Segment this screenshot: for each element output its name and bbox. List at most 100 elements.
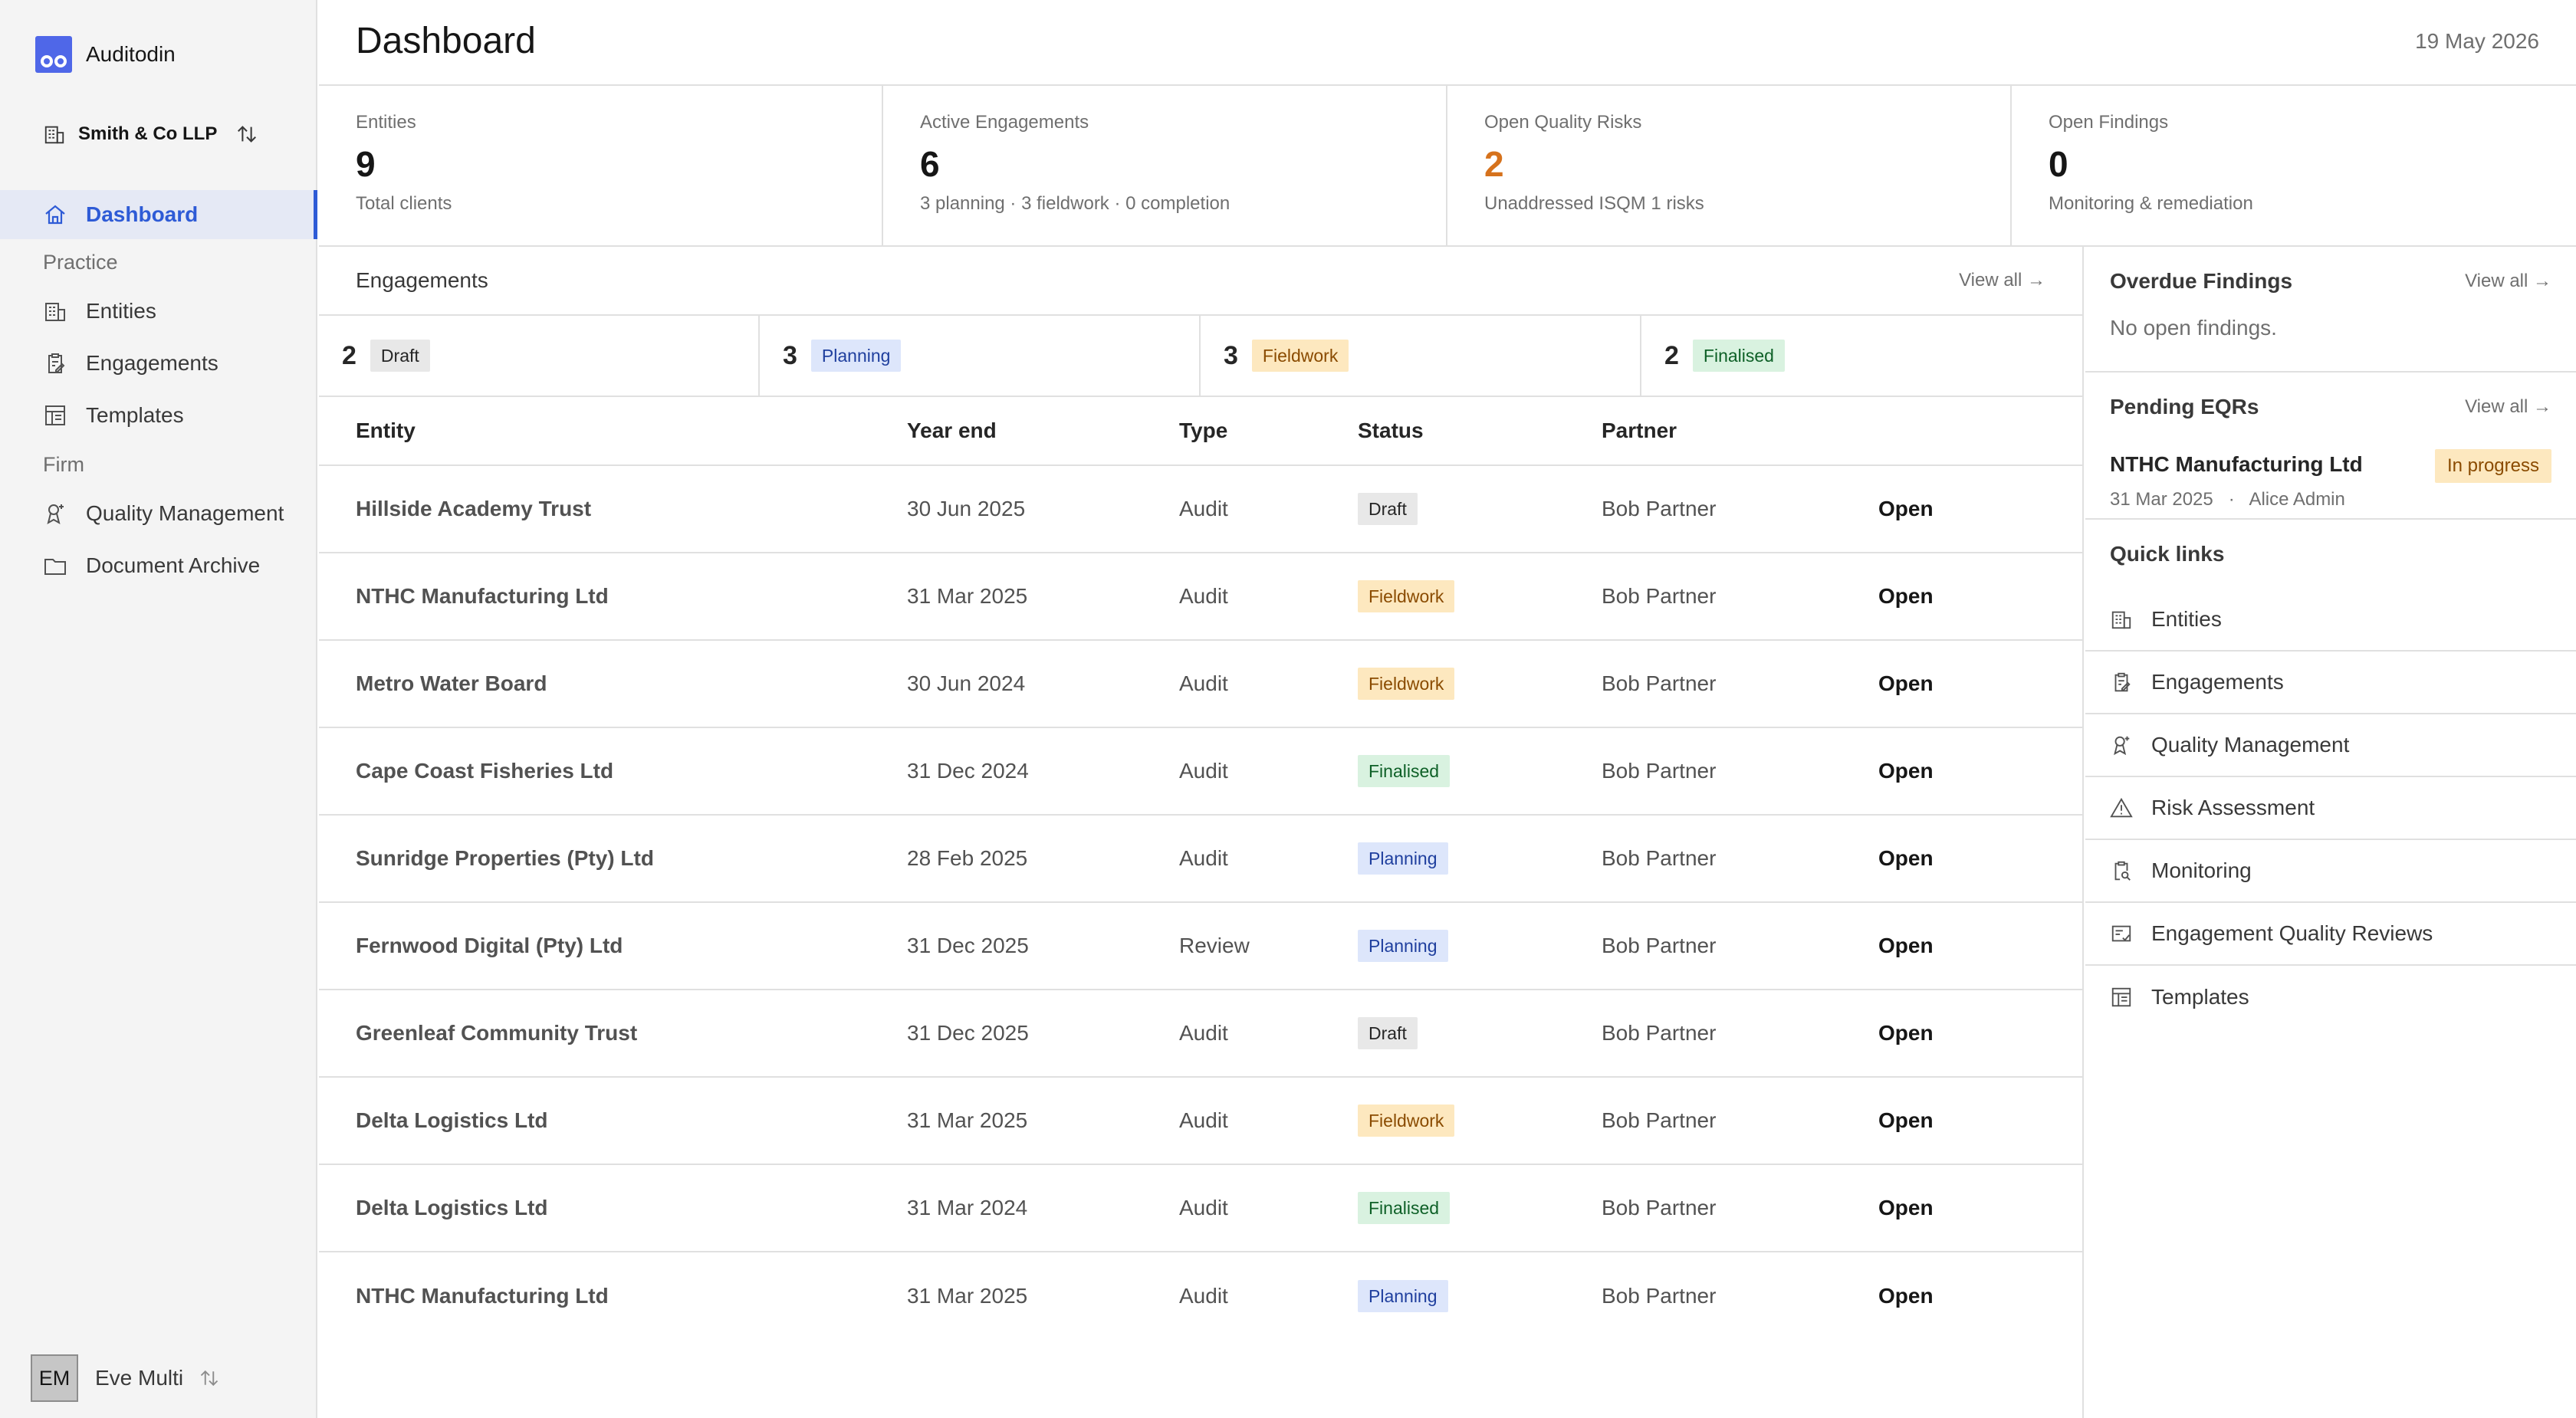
stat-card-open-quality-risks[interactable]: Open Quality Risks 2 Unaddressed ISQM 1 … [1447,86,2012,245]
open-button[interactable]: Open [1878,1284,1934,1308]
open-button[interactable]: Open [1878,584,1934,609]
sidebar-item-templates[interactable]: Templates [0,389,317,441]
cell-partner: Bob Partner [1602,1108,1717,1132]
eqr-meta: 31 Mar 2025 · Alice Admin [2110,489,2345,510]
cell-year-end: 31 Dec 2024 [907,759,1029,783]
table-row[interactable]: Metro Water Board 30 Jun 2024 Audit Fieldwo… [319,641,2082,728]
table-row[interactable]: Greenleaf Community Trust 31 Dec 2025 Audi… [319,990,2082,1078]
quick-link-label: Monitoring [2151,858,2252,882]
stat-card-active-engagements[interactable]: Active Engagements 6 3 planning · 3 fiel… [883,86,1447,245]
cell-year-end: 28 Feb 2025 [907,846,1028,870]
cell-type: Audit [1179,584,1228,608]
cell-entity: Fernwood Digital (Pty) Ltd [356,934,623,957]
topbar: Dashboard 19 May 2026 [319,0,2576,86]
status-count-finalised[interactable]: 2 Finalised [1641,316,2082,396]
app-name: Auditodin [86,42,176,66]
sidebar-item-dashboard[interactable]: Dashboard [0,190,317,239]
engagements-header: Engagements View all → [319,247,2082,316]
quick-link-entities[interactable]: Entities [2085,589,2576,652]
eqr-item[interactable]: NTHC Manufacturing Ltd 31 Mar 2025 · Ali… [2085,441,2576,518]
table-row[interactable]: Sunridge Properties (Pty) Ltd 28 Feb 2025… [319,816,2082,903]
view-all-link[interactable]: View all → [2465,396,2551,418]
status-badge: Finalised [1358,755,1451,787]
status-badge: Fieldwork [1358,668,1455,700]
sidebar-item-engagements[interactable]: Engagements [0,337,317,389]
status-badge: Finalised [1358,1192,1451,1224]
open-button[interactable]: Open [1878,671,1934,696]
sidebar-item-document-archive[interactable]: Document Archive [0,540,317,592]
firm-switcher[interactable]: Smith & Co LLP [43,117,258,151]
stat-card-open-findings[interactable]: Open Findings 0 Monitoring & remediation [2012,86,2576,245]
sidebar-item-entities[interactable]: Entities [0,285,317,337]
column-header-type[interactable]: Type [1179,419,1227,443]
status-badge: Fieldwork [1358,1105,1455,1137]
column-header-status[interactable]: Status [1358,419,1424,443]
quick-link-engagement-quality-reviews[interactable]: Engagement Quality Reviews [2085,903,2576,966]
sidebar-item-label: Dashboard [86,202,199,226]
quick-link-quality-management[interactable]: Quality Management [2085,714,2576,777]
sidebar-section-practice: Practice [43,250,118,274]
column-header-year-end[interactable]: Year end [907,419,997,443]
app-logo-icon [35,36,72,73]
open-button[interactable]: Open [1878,934,1934,958]
status-count-fieldwork[interactable]: 3 Fieldwork [1201,316,1641,396]
sidebar-item-label: Templates [86,403,184,427]
status-count-planning[interactable]: 3 Planning [760,316,1201,396]
table-row[interactable]: Delta Logistics Ltd 31 Mar 2025 Audit Field… [319,1078,2082,1165]
eqr-reviewer: Alice Admin [2249,489,2345,510]
cell-year-end: 30 Jun 2025 [907,497,1026,520]
cell-type: Audit [1179,846,1228,870]
cell-entity: Greenleaf Community Trust [356,1021,638,1045]
quick-link-risk-assessment[interactable]: Risk Assessment [2085,777,2576,840]
eqr-separator: · [2228,489,2235,510]
status-count-draft[interactable]: 2 Draft [319,316,760,396]
open-button[interactable]: Open [1878,846,1934,871]
table-body: Hillside Academy Trust 30 Jun 2025 Audit Dr… [319,466,2082,1340]
sidebar-item-label: Engagements [86,351,219,375]
quick-link-templates[interactable]: Templates [2085,966,2576,1029]
review-icon [2111,925,2131,942]
table-row[interactable]: Cape Coast Fisheries Ltd 31 Dec 2024 Audit… [319,728,2082,816]
cell-partner: Bob Partner [1602,1196,1717,1219]
sidebar-item-quality-management[interactable]: Quality Management [0,487,317,540]
cell-type: Audit [1179,1108,1228,1132]
stat-card-entities[interactable]: Entities 9 Total clients [319,86,883,245]
open-button[interactable]: Open [1878,1021,1934,1045]
status-badge: Planning [810,340,902,372]
table-row[interactable]: NTHC Manufacturing Ltd 31 Mar 2025 Audit Pl… [319,1252,2082,1340]
table-row[interactable]: NTHC Manufacturing Ltd 31 Mar 2025 Audit Fi… [319,553,2082,641]
brand[interactable]: Auditodin [35,36,176,73]
eqr-entity: NTHC Manufacturing Ltd [2110,452,2363,476]
open-button[interactable]: Open [1878,1108,1934,1133]
firm-name: Smith & Co LLP [78,123,218,144]
status-count-number: 2 [342,340,356,370]
stat-label: Entities [356,112,416,133]
quick-link-engagements[interactable]: Engagements [2085,652,2576,714]
status-badge: Draft [370,340,430,372]
table-row[interactable]: Delta Logistics Ltd 31 Mar 2024 Audit Final… [319,1165,2082,1252]
panel-title: Engagements [356,268,488,292]
table-row[interactable]: Hillside Academy Trust 30 Jun 2025 Audit Dr… [319,466,2082,553]
open-button[interactable]: Open [1878,759,1934,783]
cell-type: Audit [1179,759,1228,783]
column-header-partner[interactable]: Partner [1602,419,1677,443]
cell-year-end: 31 Mar 2025 [907,1284,1028,1308]
stat-label: Open Findings [2049,112,2169,133]
user-menu[interactable]: EM Eve Multi [31,1354,220,1403]
view-all-link[interactable]: View all → [1959,270,2045,291]
column-header-entity[interactable]: Entity [356,419,416,443]
open-button[interactable]: Open [1878,497,1934,521]
panel-title: Pending EQRs [2110,395,2259,419]
empty-state-text: No open findings. [2110,316,2277,340]
quick-link-label: Risk Assessment [2151,796,2315,819]
quick-link-label: Engagement Quality Reviews [2151,921,2433,945]
quick-link-label: Quality Management [2151,733,2350,757]
right-column: Overdue Findings View all → No open find… [2085,247,2576,1418]
quick-link-monitoring[interactable]: Monitoring [2085,840,2576,903]
cell-partner: Bob Partner [1602,584,1717,608]
open-button[interactable]: Open [1878,1196,1934,1220]
current-date: 19 May 2026 [2415,29,2539,53]
table-row[interactable]: Fernwood Digital (Pty) Ltd 31 Dec 2025 Rev… [319,903,2082,990]
quick-links-title: Quick links [2110,542,2225,566]
view-all-link[interactable]: View all → [2465,271,2551,292]
